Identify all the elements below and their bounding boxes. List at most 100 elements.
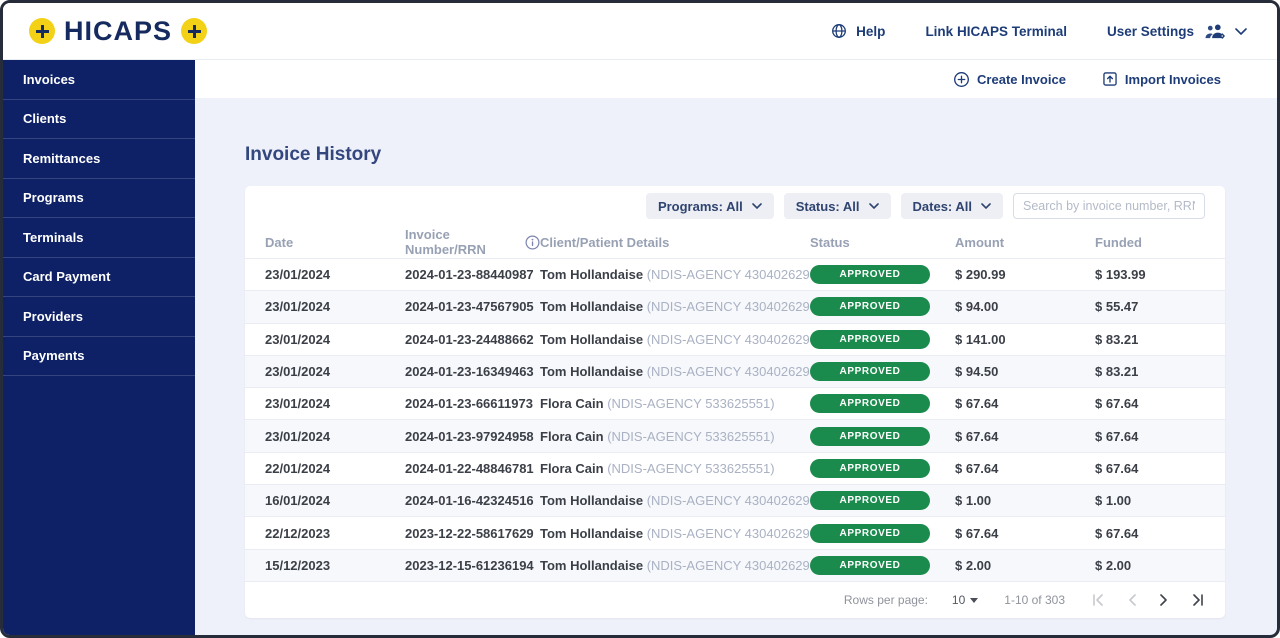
client-name: Flora Cain: [540, 396, 604, 411]
sidebar-item-programs[interactable]: Programs: [3, 179, 195, 219]
plus-circle-icon: [953, 71, 970, 88]
sidebar-item-payments[interactable]: Payments: [3, 337, 195, 377]
import-invoices-button[interactable]: Import Invoices: [1102, 71, 1221, 87]
invoice-table-row[interactable]: 16/01/2024 2024-01-16-42324516 Tom Holla…: [245, 484, 1225, 516]
rows-per-page-select[interactable]: 10: [952, 593, 978, 607]
sidebar-item-terminals[interactable]: Terminals: [3, 218, 195, 258]
info-icon[interactable]: [525, 235, 540, 250]
invoice-table-row[interactable]: 23/01/2024 2024-01-23-88440987 Tom Holla…: [245, 258, 1225, 290]
cell-client: Tom Hollandaise (NDIS-AGENCY 430402629): [540, 558, 810, 573]
chevron-down-icon: [869, 203, 879, 209]
sidebar-item-card-payment[interactable]: Card Payment: [3, 258, 195, 298]
dates-filter[interactable]: Dates: All: [901, 193, 1003, 219]
client-name: Tom Hollandaise: [540, 558, 643, 573]
client-name: Tom Hollandaise: [540, 299, 643, 314]
client-name: Tom Hollandaise: [540, 332, 643, 347]
cell-status: APPROVED: [810, 427, 955, 446]
invoice-search-input[interactable]: [1013, 193, 1205, 219]
status-badge: APPROVED: [810, 362, 930, 381]
sidebar-nav: Invoices Clients Remittances Programs Te…: [3, 60, 195, 635]
sidebar-item-clients[interactable]: Clients: [3, 100, 195, 140]
client-name: Flora Cain: [540, 429, 604, 444]
next-page-button[interactable]: [1160, 594, 1168, 606]
sidebar-item-providers[interactable]: Providers: [3, 297, 195, 337]
cell-invoice-number: 2024-01-23-16349463: [405, 364, 540, 379]
cell-amount: $ 290.99: [955, 267, 1095, 282]
status-filter[interactable]: Status: All: [784, 193, 891, 219]
cell-funded: $ 55.47: [1095, 299, 1225, 314]
user-settings-button[interactable]: User Settings: [1107, 23, 1247, 40]
cell-funded: $ 67.64: [1095, 429, 1225, 444]
globe-icon: [831, 23, 847, 39]
cell-status: APPROVED: [810, 491, 955, 510]
cell-funded: $ 83.21: [1095, 364, 1225, 379]
status-badge: APPROVED: [810, 459, 930, 478]
cell-amount: $ 1.00: [955, 493, 1095, 508]
cell-client: Flora Cain (NDIS-AGENCY 533625551): [540, 429, 810, 444]
cell-status: APPROVED: [810, 362, 955, 381]
last-page-button[interactable]: [1192, 594, 1205, 606]
logo-plus-icon: [29, 18, 55, 44]
client-agency: (NDIS-AGENCY 533625551): [607, 461, 774, 476]
sidebar-item-remittances[interactable]: Remittances: [3, 139, 195, 179]
column-header-date: Date: [265, 235, 405, 250]
rows-per-page-value: 10: [952, 593, 965, 607]
client-agency: (NDIS-AGENCY 430402629): [647, 267, 810, 282]
cell-client: Tom Hollandaise (NDIS-AGENCY 430402629): [540, 267, 810, 282]
cell-client: Tom Hollandaise (NDIS-AGENCY 430402629): [540, 526, 810, 541]
help-label: Help: [856, 24, 885, 39]
previous-page-button[interactable]: [1128, 594, 1136, 606]
invoice-table-row[interactable]: 22/01/2024 2024-01-22-48846781 Flora Cai…: [245, 452, 1225, 484]
client-name: Tom Hollandaise: [540, 267, 643, 282]
cell-date: 23/01/2024: [265, 429, 405, 444]
invoice-table-row[interactable]: 22/12/2023 2023-12-22-58617629 Tom Holla…: [245, 516, 1225, 548]
cell-status: APPROVED: [810, 265, 955, 284]
programs-filter[interactable]: Programs: All: [646, 193, 774, 219]
top-nav: Help Link HICAPS Terminal User Settings: [831, 23, 1247, 40]
invoice-table-row[interactable]: 23/01/2024 2024-01-23-24488662 Tom Holla…: [245, 323, 1225, 355]
cell-client: Tom Hollandaise (NDIS-AGENCY 430402629): [540, 332, 810, 347]
cell-invoice-number: 2024-01-22-48846781: [405, 461, 540, 476]
status-badge: APPROVED: [810, 265, 930, 284]
cell-status: APPROVED: [810, 330, 955, 349]
pagination-range: 1-10 of 303: [1004, 593, 1065, 607]
status-badge: APPROVED: [810, 330, 930, 349]
cell-amount: $ 67.64: [955, 429, 1095, 444]
cell-funded: $ 193.99: [1095, 267, 1225, 282]
invoice-table-row[interactable]: 23/01/2024 2024-01-23-16349463 Tom Holla…: [245, 355, 1225, 387]
cell-funded: $ 1.00: [1095, 493, 1225, 508]
cell-funded: $ 83.21: [1095, 332, 1225, 347]
cell-invoice-number: 2024-01-23-66611973: [405, 396, 540, 411]
column-header-amount: Amount: [955, 235, 1095, 250]
top-header: HICAPS Help Link HICAPS Terminal User Se…: [3, 3, 1277, 60]
client-agency: (NDIS-AGENCY 430402629): [647, 558, 810, 573]
pagination-bar: Rows per page: 10 1-10 of 303: [245, 581, 1225, 618]
cell-client: Tom Hollandaise (NDIS-AGENCY 430402629): [540, 364, 810, 379]
sidebar-item-invoices[interactable]: Invoices: [3, 60, 195, 100]
create-invoice-button[interactable]: Create Invoice: [953, 71, 1066, 88]
link-terminal-button[interactable]: Link HICAPS Terminal: [925, 24, 1067, 39]
cell-amount: $ 141.00: [955, 332, 1095, 347]
invoice-table-row[interactable]: 23/01/2024 2024-01-23-47567905 Tom Holla…: [245, 290, 1225, 322]
link-terminal-label: Link HICAPS Terminal: [925, 24, 1067, 39]
cell-funded: $ 2.00: [1095, 558, 1225, 573]
cell-date: 15/12/2023: [265, 558, 405, 573]
invoice-table-row[interactable]: 23/01/2024 2024-01-23-66611973 Flora Cai…: [245, 387, 1225, 419]
invoice-table-row[interactable]: 23/01/2024 2024-01-23-97924958 Flora Cai…: [245, 419, 1225, 451]
cell-date: 22/12/2023: [265, 526, 405, 541]
cell-status: APPROVED: [810, 297, 955, 316]
sidebar-item-label: Card Payment: [23, 269, 110, 284]
help-button[interactable]: Help: [831, 23, 885, 39]
invoice-table-row[interactable]: 15/12/2023 2023-12-15-61236194 Tom Holla…: [245, 549, 1225, 581]
table-header: Date Invoice Number/RRN Cli: [245, 226, 1225, 258]
hicaps-logo[interactable]: HICAPS: [29, 16, 207, 47]
client-agency: (NDIS-AGENCY 430402629): [647, 493, 810, 508]
cell-amount: $ 2.00: [955, 558, 1095, 573]
cell-invoice-number: 2023-12-15-61236194: [405, 558, 540, 573]
sidebar-item-label: Clients: [23, 111, 66, 126]
upload-icon: [1102, 71, 1118, 87]
cell-client: Flora Cain (NDIS-AGENCY 533625551): [540, 396, 810, 411]
cell-date: 23/01/2024: [265, 396, 405, 411]
client-name: Tom Hollandaise: [540, 526, 643, 541]
first-page-button[interactable]: [1091, 594, 1104, 606]
